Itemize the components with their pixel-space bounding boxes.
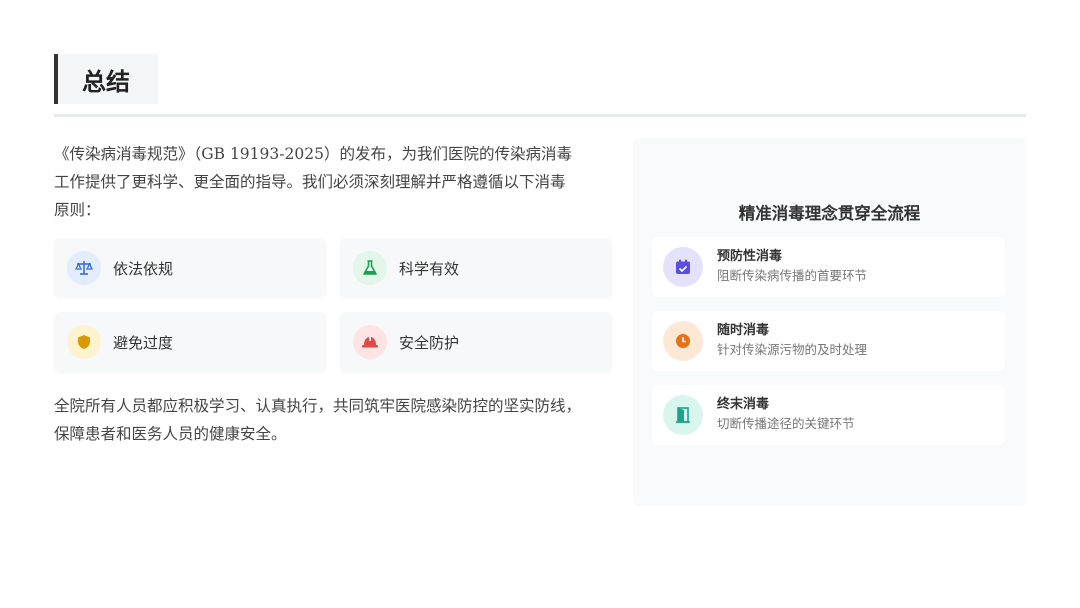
process-item-title: 随时消毒 — [717, 323, 770, 338]
process-item-preventive: 预防性消毒 阻断传染病传播的首要环节 — [652, 237, 1005, 297]
process-item-desc: 阻断传染病传播的首要环节 — [717, 268, 868, 283]
intro-line: 《传染病消毒规范》（GB 19193-2025）的发布，为我们医院的传染病消毒 — [54, 145, 572, 163]
intro-paragraph: 《传染病消毒规范》（GB 19193-2025）的发布，为我们医院的传染病消毒 … — [54, 140, 624, 224]
panel-title: 精准消毒理念贯穿全流程 — [738, 204, 921, 223]
principle-label: 避免过度 — [113, 333, 174, 352]
principle-label: 安全防护 — [399, 333, 460, 352]
page-title-box: 总结 — [54, 54, 158, 104]
scale-icon — [67, 251, 101, 285]
clock-icon — [663, 321, 703, 361]
page-title: 总结 — [82, 66, 130, 96]
closing-paragraph: 全院所有人员都应积极学习、认真执行，共同筑牢医院感染防控的坚实防线， 保障患者和… — [54, 392, 629, 448]
principle-card-moderation: 避免过度 — [54, 312, 326, 372]
process-item-title: 终末消毒 — [717, 397, 770, 412]
process-item-terminal: 终末消毒 切断传播途径的关键环节 — [652, 385, 1005, 445]
calendar-check-icon — [663, 247, 703, 287]
intro-line: 工作提供了更科学、更全面的指导。我们必须深刻理解并严格遵循以下消毒 — [54, 173, 566, 191]
principle-card-safety: 安全防护 — [340, 312, 612, 372]
door-exit-icon — [663, 395, 703, 435]
process-item-desc: 针对传染源污物的及时处理 — [717, 342, 868, 357]
process-item-concurrent: 随时消毒 针对传染源污物的及时处理 — [652, 311, 1005, 371]
process-item-desc: 切断传播途径的关键环节 — [717, 416, 855, 431]
closing-line: 保障患者和医务人员的健康安全。 — [54, 425, 287, 443]
title-divider — [54, 114, 1026, 117]
shield-icon — [67, 325, 101, 359]
principles-grid: 依法依规 科学有效 避免过度 安全防护 — [54, 238, 614, 374]
principle-label: 科学有效 — [399, 259, 460, 278]
process-panel: 精准消毒理念贯穿全流程 预防性消毒 阻断传染病传播的首要环节 随时消毒 针对传染… — [633, 138, 1026, 506]
process-item-title: 预防性消毒 — [717, 249, 783, 264]
intro-line: 原则： — [54, 201, 101, 219]
principle-card-science: 科学有效 — [340, 238, 612, 298]
principle-label: 依法依规 — [113, 259, 174, 278]
closing-line: 全院所有人员都应积极学习、认真执行，共同筑牢医院感染防控的坚实防线， — [54, 397, 582, 415]
flask-icon — [353, 251, 387, 285]
hardhat-icon — [353, 325, 387, 359]
principle-card-law: 依法依规 — [54, 238, 326, 298]
